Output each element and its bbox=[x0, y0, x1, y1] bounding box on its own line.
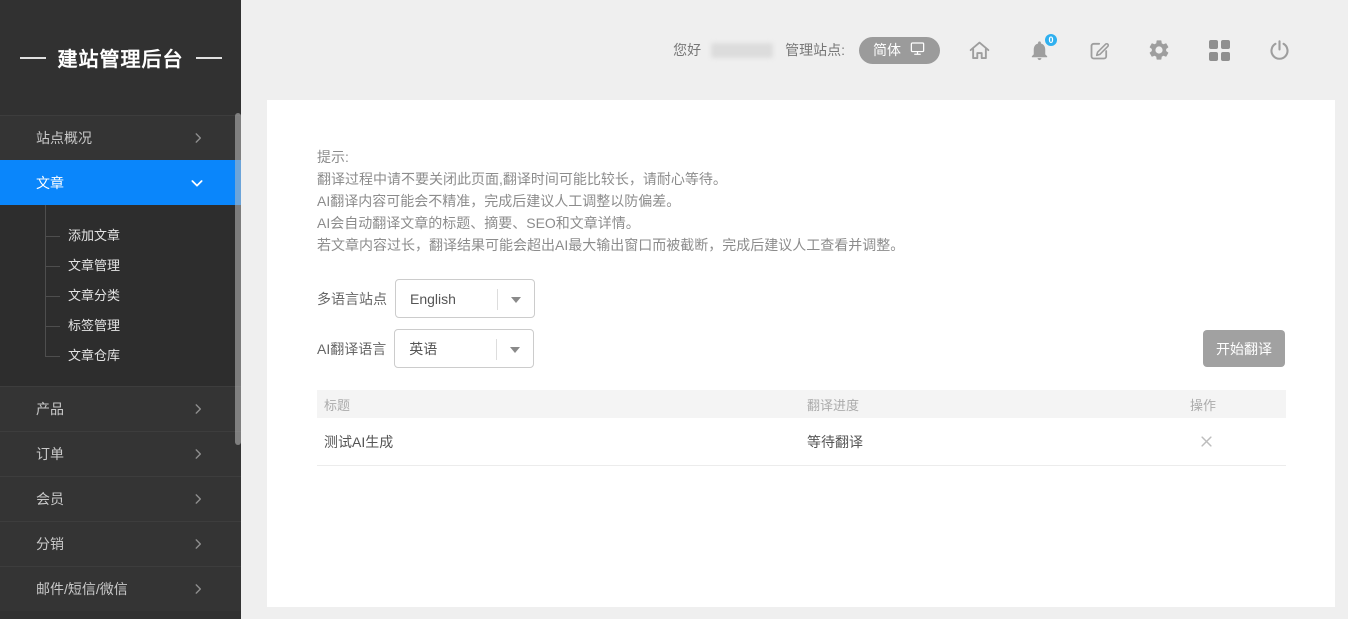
sidebar-item-label: 分销 bbox=[36, 534, 64, 554]
sidebar-nav: 站点概况 文章 添加文章 文章管理 文章分类 标签管理 bbox=[0, 115, 241, 611]
articles-submenu: 添加文章 文章管理 文章分类 标签管理 文章仓库 bbox=[0, 205, 241, 386]
sidebar-subitem-article-management[interactable]: 文章管理 bbox=[0, 251, 241, 281]
chevron-down-icon bbox=[189, 175, 205, 191]
subitem-label: 文章分类 bbox=[68, 288, 120, 303]
selected-site-value: English bbox=[410, 291, 456, 307]
app-title: 建站管理后台 bbox=[0, 0, 241, 115]
sidebar: 建站管理后台 站点概况 文章 添加文章 文章管理 文章分类 bbox=[0, 0, 241, 619]
notification-badge: 0 bbox=[1043, 32, 1059, 48]
title-dash-right bbox=[196, 57, 222, 59]
header-icon-row: 0 bbox=[966, 37, 1292, 63]
column-progress: 翻译进度 bbox=[807, 395, 1190, 414]
manage-site-label: 管理站点: bbox=[785, 40, 845, 60]
content-card: 提示: 翻译过程中请不要关闭此页面,翻译时间可能比较长，请耐心等待。 AI翻译内… bbox=[267, 100, 1335, 607]
sidebar-subitem-article-category[interactable]: 文章分类 bbox=[0, 281, 241, 311]
ai-language-select[interactable]: 英语 bbox=[394, 329, 534, 368]
chevron-right-icon bbox=[191, 582, 205, 596]
chevron-right-icon bbox=[191, 492, 205, 506]
subitem-label: 文章管理 bbox=[68, 258, 120, 273]
sidebar-subitem-article-warehouse[interactable]: 文章仓库 bbox=[0, 341, 241, 371]
select-divider bbox=[496, 339, 497, 360]
site-language-label: 简体 bbox=[873, 40, 901, 60]
select-divider bbox=[497, 289, 498, 310]
column-title: 标题 bbox=[317, 395, 807, 414]
subitem-label: 文章仓库 bbox=[68, 348, 120, 363]
apps-grid-icon[interactable] bbox=[1206, 37, 1232, 63]
site-language-pill[interactable]: 简体 bbox=[859, 37, 940, 64]
edit-icon[interactable] bbox=[1086, 37, 1112, 63]
table-row: 测试AI生成 等待翻译 bbox=[317, 418, 1286, 466]
sidebar-item-mail-sms-wechat[interactable]: 邮件/短信/微信 bbox=[0, 566, 241, 611]
translation-tips: 提示: 翻译过程中请不要关闭此页面,翻译时间可能比较长，请耐心等待。 AI翻译内… bbox=[317, 146, 904, 256]
sidebar-item-label: 产品 bbox=[36, 399, 64, 419]
sidebar-item-articles[interactable]: 文章 bbox=[0, 160, 241, 205]
sidebar-item-label: 订单 bbox=[36, 444, 64, 464]
chevron-right-icon bbox=[191, 131, 205, 145]
sidebar-item-label: 站点概况 bbox=[36, 128, 92, 148]
sidebar-subitem-add-article[interactable]: 添加文章 bbox=[0, 221, 241, 251]
top-header: 您好 管理站点: 简体 0 bbox=[241, 0, 1348, 100]
multilingual-site-select[interactable]: English bbox=[395, 279, 535, 318]
multilingual-site-label: 多语言站点 bbox=[317, 289, 387, 309]
gear-icon[interactable] bbox=[1146, 37, 1172, 63]
app-title-text: 建站管理后台 bbox=[58, 43, 184, 72]
row-title: 测试AI生成 bbox=[317, 432, 807, 452]
bell-icon[interactable]: 0 bbox=[1026, 37, 1052, 63]
caret-down-icon bbox=[511, 297, 521, 303]
username-redacted bbox=[711, 43, 773, 58]
multilingual-site-row: 多语言站点 English bbox=[317, 279, 535, 318]
selected-ai-language-value: 英语 bbox=[409, 339, 437, 359]
monitor-icon bbox=[909, 41, 926, 59]
caret-down-icon bbox=[510, 347, 520, 353]
sidebar-item-label: 邮件/短信/微信 bbox=[36, 579, 128, 599]
sidebar-item-orders[interactable]: 订单 bbox=[0, 431, 241, 476]
greeting-text: 您好 bbox=[673, 40, 701, 60]
chevron-right-icon bbox=[191, 447, 205, 461]
close-icon[interactable] bbox=[1199, 434, 1214, 449]
sidebar-item-products[interactable]: 产品 bbox=[0, 386, 241, 431]
sidebar-subitem-tag-management[interactable]: 标签管理 bbox=[0, 311, 241, 341]
subitem-label: 添加文章 bbox=[68, 228, 120, 243]
tips-line: 翻译过程中请不要关闭此页面,翻译时间可能比较长，请耐心等待。 bbox=[317, 168, 904, 190]
start-translation-button[interactable]: 开始翻译 bbox=[1203, 330, 1285, 367]
title-dash-left bbox=[20, 57, 46, 59]
sidebar-item-label: 会员 bbox=[36, 489, 64, 509]
tips-line: AI翻译内容可能会不精准，完成后建议人工调整以防偏差。 bbox=[317, 190, 904, 212]
sidebar-item-distribution[interactable]: 分销 bbox=[0, 521, 241, 566]
home-icon[interactable] bbox=[966, 37, 992, 63]
translation-table: 标题 翻译进度 操作 测试AI生成 等待翻译 bbox=[317, 390, 1286, 466]
column-operation: 操作 bbox=[1190, 395, 1286, 414]
sidebar-item-site-overview[interactable]: 站点概况 bbox=[0, 115, 241, 160]
tips-line: 提示: bbox=[317, 146, 904, 168]
table-header: 标题 翻译进度 操作 bbox=[317, 390, 1286, 418]
ai-language-label: AI翻译语言 bbox=[317, 339, 386, 359]
power-icon[interactable] bbox=[1266, 37, 1292, 63]
chevron-right-icon bbox=[191, 537, 205, 551]
tips-line: AI会自动翻译文章的标题、摘要、SEO和文章详情。 bbox=[317, 212, 904, 234]
sidebar-item-members[interactable]: 会员 bbox=[0, 476, 241, 521]
sidebar-item-label: 文章 bbox=[36, 173, 64, 193]
row-progress: 等待翻译 bbox=[807, 432, 1190, 452]
ai-language-row: AI翻译语言 英语 bbox=[317, 329, 534, 368]
sidebar-scrollbar-thumb[interactable] bbox=[235, 113, 241, 445]
tips-line: 若文章内容过长，翻译结果可能会超出AI最大输出窗口而被截断，完成后建议人工查看并… bbox=[317, 234, 904, 256]
chevron-right-icon bbox=[191, 402, 205, 416]
subitem-label: 标签管理 bbox=[68, 318, 120, 333]
